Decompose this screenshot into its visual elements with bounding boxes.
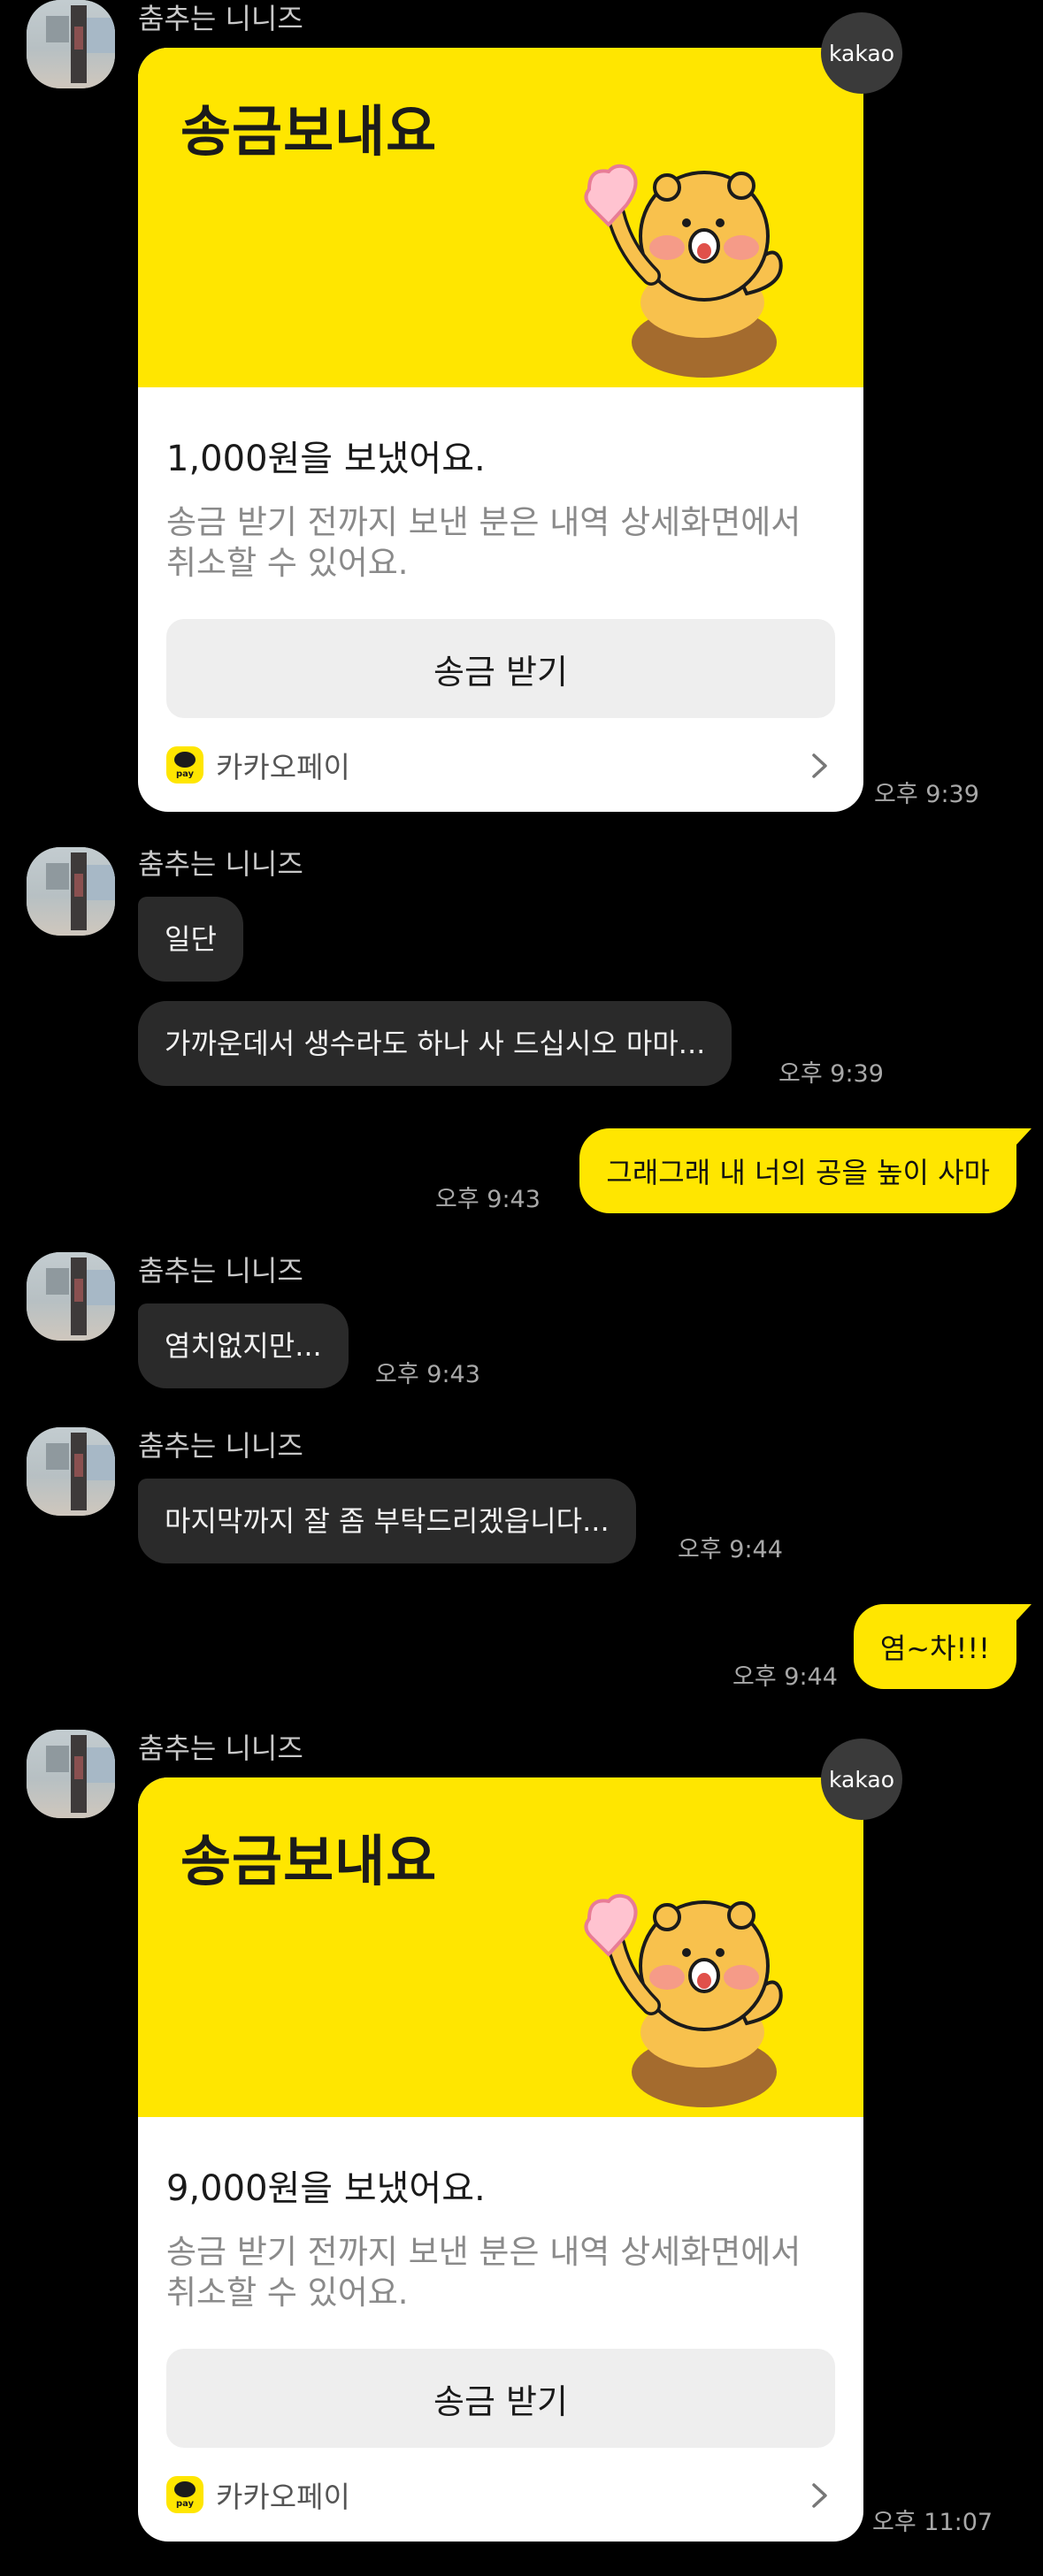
receive-transfer-button[interactable]: 송금 받기 bbox=[166, 619, 835, 718]
outgoing-message[interactable]: 그래그래 내 너의 공을 높이 사마 bbox=[579, 1128, 1016, 1213]
incoming-message[interactable]: 가까운데서 생수라도 하나 사 드십시오 마마... bbox=[138, 1001, 732, 1086]
sender-avatar[interactable] bbox=[27, 0, 115, 88]
sender-avatar[interactable] bbox=[27, 1252, 115, 1341]
transfer-amount: 1,000원을 보냈어요. bbox=[166, 439, 486, 479]
bubble-tail bbox=[1010, 1128, 1031, 1151]
chevron-right-icon[interactable] bbox=[801, 748, 837, 784]
kakao-badge: kakao bbox=[821, 1739, 902, 1820]
transfer-amount: 9,000원을 보냈어요. bbox=[166, 2168, 486, 2209]
sender-name: 춤추는 니니즈 bbox=[138, 847, 303, 881]
sender-name: 춤추는 니니즈 bbox=[138, 1731, 303, 1765]
message-time: 오후 9:43 bbox=[375, 1361, 480, 1388]
message-time: 오후 9:39 bbox=[874, 781, 979, 808]
character-illustration bbox=[584, 164, 783, 378]
card-title: 송금보내요 bbox=[180, 99, 438, 164]
kakaopay-row[interactable]: pay 카카오페이 bbox=[166, 2473, 350, 2517]
incoming-message[interactable]: 염치없지만... bbox=[138, 1303, 349, 1388]
kakaopay-row[interactable]: pay 카카오페이 bbox=[166, 743, 350, 787]
kakao-badge: kakao bbox=[821, 12, 902, 94]
kakaopay-icon: pay bbox=[166, 746, 203, 784]
message-time: 오후 9:44 bbox=[732, 1663, 838, 1691]
sender-avatar[interactable] bbox=[27, 847, 115, 936]
message-time: 오후 9:44 bbox=[678, 1536, 783, 1563]
transfer-description: 송금 받기 전까지 보낸 분은 내역 상세화면에서 취소할 수 있어요. bbox=[166, 503, 801, 582]
bubble-tail bbox=[1010, 1604, 1031, 1627]
sender-avatar[interactable] bbox=[27, 1427, 115, 1516]
character-illustration bbox=[584, 1893, 783, 2107]
kakaopay-icon-text: pay bbox=[175, 2499, 195, 2509]
incoming-message[interactable]: 일단 bbox=[138, 897, 243, 982]
sender-name: 춤추는 니니즈 bbox=[138, 1254, 303, 1288]
kakaopay-icon-text: pay bbox=[175, 769, 195, 779]
sender-name: 춤추는 니니즈 bbox=[138, 2, 303, 35]
card-title: 송금보내요 bbox=[180, 1829, 438, 1893]
message-time: 오후 9:43 bbox=[435, 1186, 541, 1213]
outgoing-message[interactable]: 염~차!!! bbox=[853, 1604, 1016, 1689]
kakaopay-label: 카카오페이 bbox=[216, 2480, 350, 2514]
money-transfer-card[interactable]: 송금보내요 1,000원을 보냈어요. 송금 받기 전까지 보낸 분은 내역 상… bbox=[138, 48, 863, 812]
incoming-message[interactable]: 마지막까지 잘 좀 부탁드리겠읍니다... bbox=[138, 1479, 636, 1563]
sender-name: 춤추는 니니즈 bbox=[138, 1429, 303, 1463]
sender-avatar[interactable] bbox=[27, 1730, 115, 1818]
chevron-right-icon[interactable] bbox=[801, 2478, 837, 2513]
transfer-description: 송금 받기 전까지 보낸 분은 내역 상세화면에서 취소할 수 있어요. bbox=[166, 2233, 801, 2312]
kakaopay-label: 카카오페이 bbox=[216, 750, 350, 784]
message-time: 오후 11:07 bbox=[872, 2509, 993, 2536]
message-time: 오후 9:39 bbox=[778, 1060, 884, 1088]
receive-transfer-button[interactable]: 송금 받기 bbox=[166, 2349, 835, 2448]
kakaopay-icon: pay bbox=[166, 2476, 203, 2513]
money-transfer-card[interactable]: 송금보내요 9,000원을 보냈어요. 송금 받기 전까지 보낸 분은 내역 상… bbox=[138, 1777, 863, 2542]
